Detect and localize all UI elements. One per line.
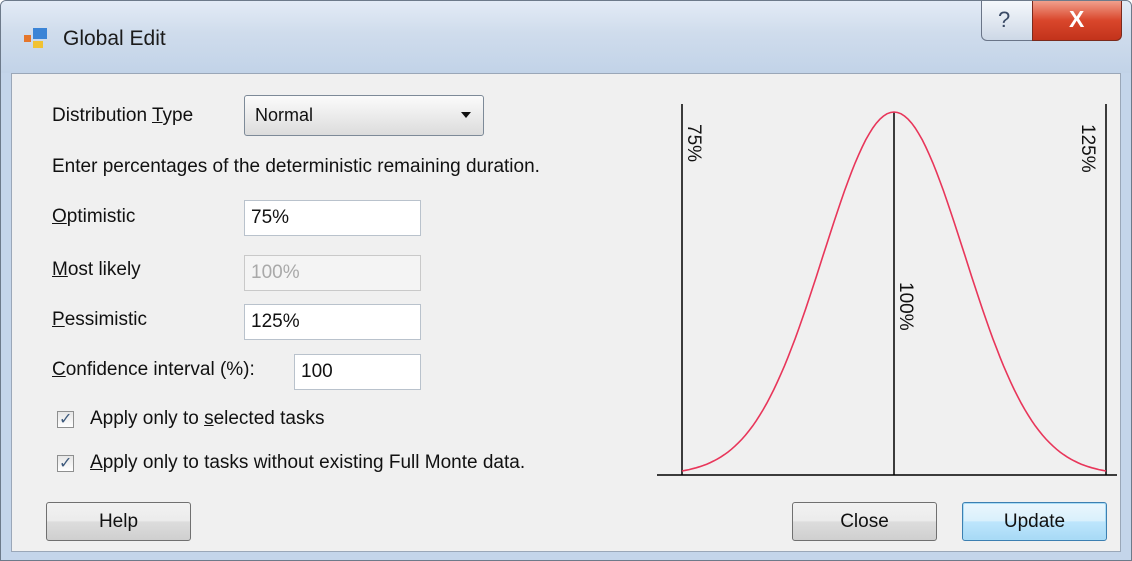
marker-label-75: 75% [683, 124, 704, 162]
most-likely-input: 100% [244, 255, 421, 291]
marker-label-100: 100% [895, 282, 916, 331]
instructions-text: Enter percentages of the deterministic r… [52, 156, 540, 177]
pessimistic-input[interactable]: 125% [244, 304, 421, 340]
app-icon [24, 28, 47, 48]
selected-tasks-checkbox[interactable]: ✓ [57, 411, 74, 428]
close-title-button[interactable]: X [1032, 1, 1122, 41]
optimistic-input[interactable]: 75% [244, 200, 421, 236]
title-bar[interactable]: Global Edit ? X [1, 1, 1131, 73]
question-icon: ? [998, 7, 1011, 32]
help-title-button[interactable]: ? [981, 1, 1033, 41]
confidence-interval-label: Confidence interval (%): [52, 359, 255, 380]
most-likely-label: Most likely [52, 259, 141, 280]
selected-tasks-label: Apply only to selected tasks [90, 408, 325, 429]
distribution-type-label: Distribution Type [52, 105, 194, 126]
optimistic-label: Optimistic [52, 206, 136, 227]
without-data-checkbox[interactable]: ✓ [57, 455, 74, 472]
help-button[interactable]: Help [46, 502, 191, 541]
distribution-type-value: Normal [255, 105, 314, 125]
chevron-down-icon [461, 112, 471, 118]
checkmark-icon: ✓ [59, 411, 73, 428]
checkmark-icon: ✓ [59, 455, 73, 472]
distribution-chart: 75% 100% 125% [657, 104, 1117, 476]
marker-label-125: 125% [1077, 124, 1098, 173]
dialog-body: Distribution Type Normal Enter percentag… [11, 73, 1121, 552]
window-title: Global Edit [63, 27, 166, 50]
confidence-interval-input[interactable]: 100 [294, 354, 421, 390]
distribution-type-select[interactable]: Normal [244, 95, 484, 136]
close-icon: X [1069, 6, 1085, 32]
pessimistic-label: Pessimistic [52, 309, 148, 330]
without-data-label: Apply only to tasks without existing Ful… [90, 452, 526, 473]
dialog-window: Global Edit ? X Distribution Type Normal… [0, 0, 1132, 561]
